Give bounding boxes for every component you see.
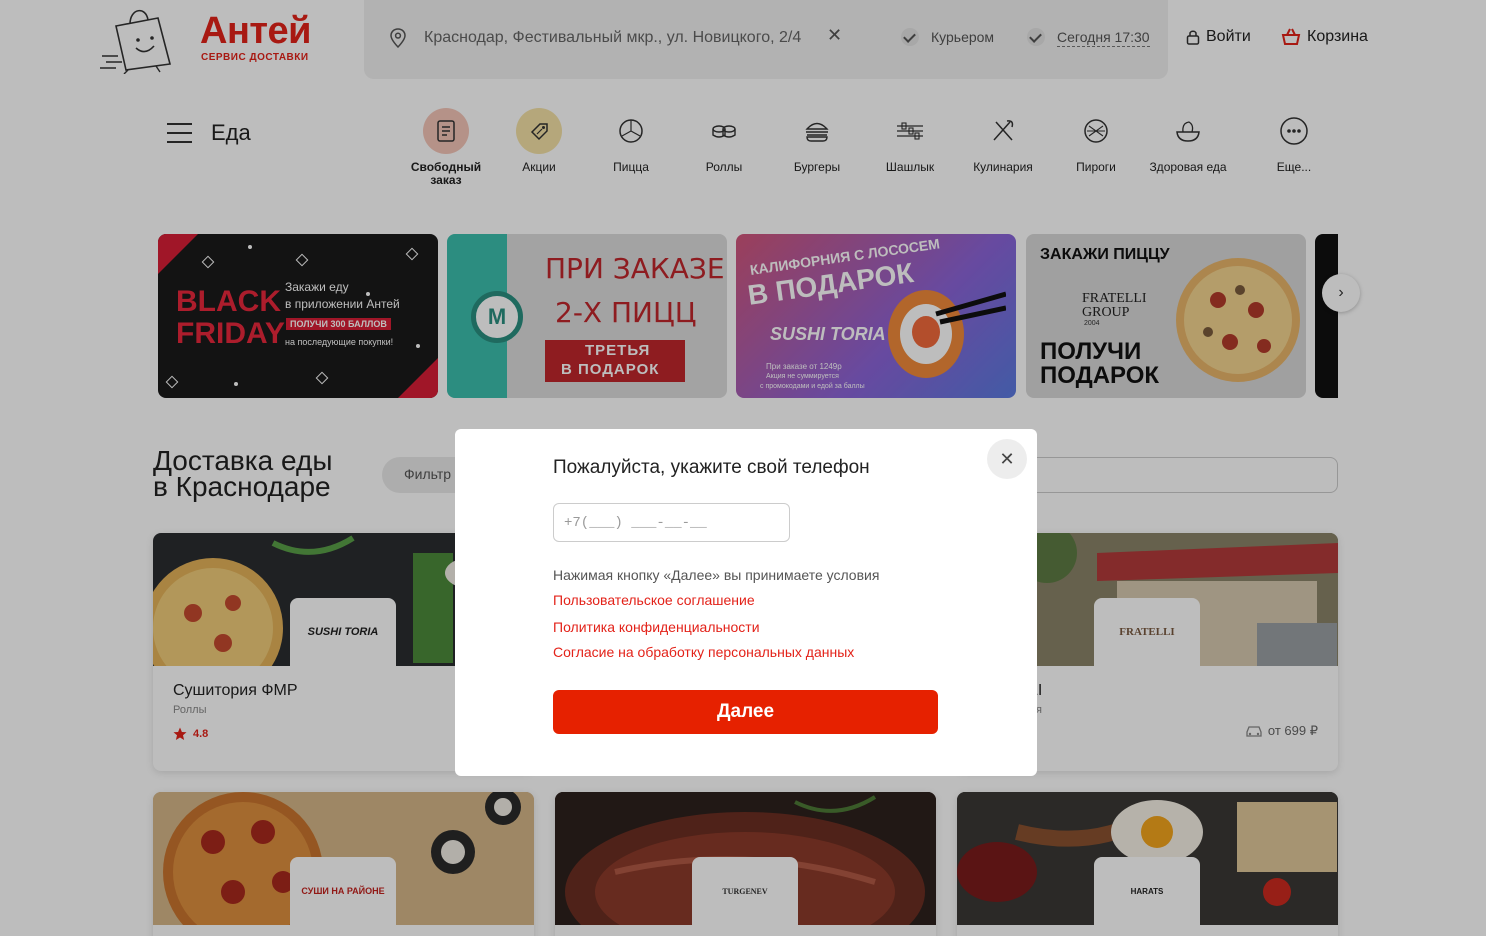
personal-data-consent-link[interactable]: Согласие на обработку персональных данны… bbox=[553, 644, 854, 660]
close-icon[interactable]: ✕ bbox=[987, 439, 1027, 479]
modal-title: Пожалуйста, укажите свой телефон bbox=[553, 457, 870, 478]
phone-modal: ✕ Пожалуйста, укажите свой телефон Нажим… bbox=[455, 429, 1037, 776]
privacy-policy-link[interactable]: Политика конфиденциальности bbox=[553, 619, 760, 635]
user-agreement-link[interactable]: Пользовательское соглашение bbox=[553, 592, 755, 608]
terms-text: Нажимая кнопку «Далее» вы принимаете усл… bbox=[553, 567, 880, 583]
phone-input[interactable] bbox=[553, 503, 790, 542]
next-button[interactable]: Далее bbox=[553, 690, 938, 734]
